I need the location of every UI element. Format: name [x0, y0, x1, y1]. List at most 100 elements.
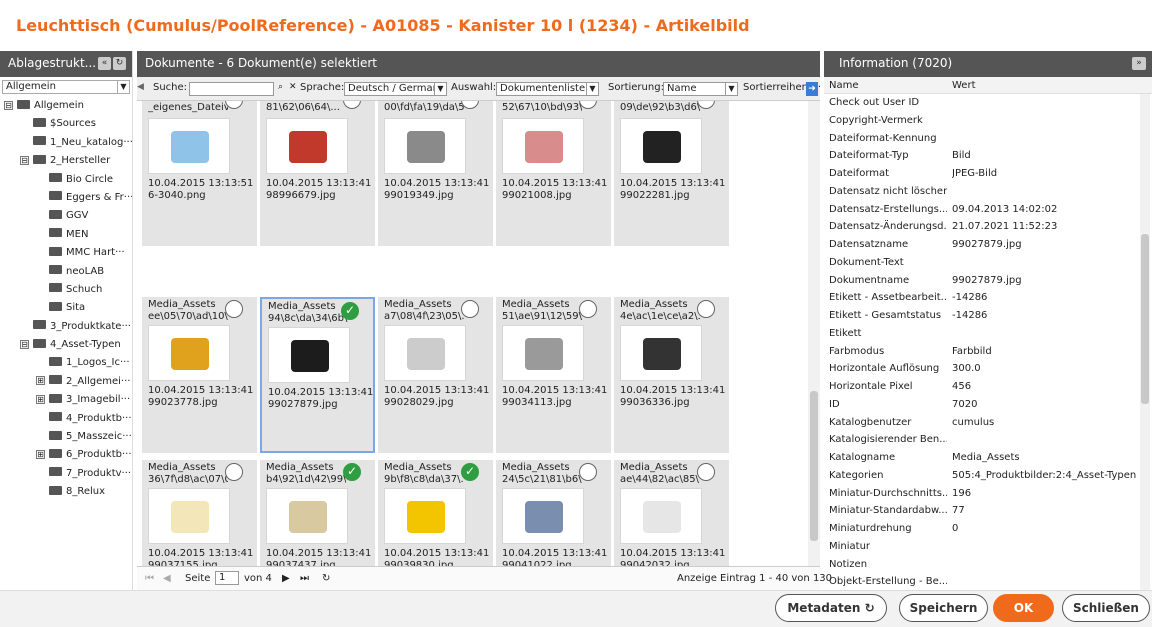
info-row[interactable]: Etikett - Gesamtstatus -14286 [824, 307, 1152, 325]
document-card[interactable]: Media_Assets94\8c\da\34\6b\...✓ 10.04.201… [260, 297, 375, 453]
checked-icon[interactable]: ✓ [461, 463, 479, 481]
tree-item[interactable]: GGV [0, 207, 132, 225]
info-row[interactable]: Dateiformat-Typ Bild [824, 147, 1152, 165]
document-card[interactable]: Media_Assetsee\05\70\ad\10\... 10.04.2015… [142, 297, 257, 453]
arrow-left-icon[interactable]: ◀ [137, 82, 144, 92]
tree-item[interactable]: ⊞ 3_Imagebil··· [0, 391, 132, 409]
tree-item[interactable]: ⊟ 4_Asset-Typen [0, 336, 132, 354]
tree-item[interactable]: 3_Produktkate··· [0, 318, 132, 336]
info-row[interactable]: Datensatz nicht löschen [824, 183, 1152, 201]
info-row[interactable]: Horizontale Pixel 456 [824, 378, 1152, 396]
document-card[interactable]: Media_Assets36\7f\d8\ac\07\0... 10.04.201… [142, 460, 257, 566]
select-circle[interactable] [225, 300, 243, 318]
clear-search-icon[interactable]: ✕ [289, 82, 297, 92]
refresh-icon[interactable]: ↻ [113, 57, 126, 70]
info-row[interactable]: Dokumentname 99027879.jpg [824, 272, 1152, 290]
info-row[interactable]: Notizen [824, 556, 1152, 574]
select-circle[interactable] [461, 300, 479, 318]
tree-item[interactable]: 4_Produktb··· [0, 410, 132, 428]
info-row[interactable]: Datensatz-Erstellungs... 09.04.2013 14:02… [824, 201, 1152, 219]
tree-item[interactable]: Sita [0, 299, 132, 317]
grid-scrollbar[interactable] [808, 101, 820, 566]
select-circle[interactable] [697, 300, 715, 318]
checked-icon[interactable]: ✓ [341, 302, 359, 320]
collapse-icon[interactable]: ⊟ [20, 339, 29, 349]
info-row[interactable]: Datensatz-Änderungsd... 21.07.2021 11:52:… [824, 218, 1152, 236]
tree-item[interactable]: 1_Neu_katalog··· [0, 134, 132, 152]
save-button[interactable]: Speichern [899, 594, 988, 622]
document-card[interactable]: Media_Assets4e\ac\1e\ce\a2\3... 10.04.201… [614, 297, 729, 453]
info-row[interactable]: Miniatur-Standardabw... 77 [824, 502, 1152, 520]
sort-select[interactable]: Name ▼ [663, 82, 738, 96]
collapse-icon[interactable]: ⊟ [4, 100, 13, 110]
info-row[interactable]: Etikett - Assetbearbeit... -14286 [824, 289, 1152, 307]
reload-icon[interactable]: ↻ [322, 573, 330, 584]
document-card[interactable]: Media_Assets 9b\f8\c8\da\37\... ✓ 10.04.201… [378, 460, 493, 566]
document-card[interactable]: 81\62\06\64\... 10.04.2015 13:13:41 989966… [260, 101, 375, 246]
info-row[interactable]: Katalogname Media_Assets [824, 449, 1152, 467]
info-row[interactable]: Miniatur-Durchschnitts... 196 [824, 485, 1152, 503]
info-row[interactable]: Horizontale Auflösung 300.0 [824, 360, 1152, 378]
select-circle[interactable] [697, 463, 715, 481]
info-row[interactable]: ID 7020 [824, 396, 1152, 414]
category-select[interactable]: Allgemein ▼ [2, 80, 130, 94]
tree-item[interactable]: Schuch [0, 281, 132, 299]
info-row[interactable]: Objekt-Erstellung - Be... [824, 573, 1152, 590]
expand-icon[interactable]: ⊞ [36, 449, 45, 459]
information-scrollbar-thumb[interactable] [1141, 234, 1149, 404]
last-page-icon[interactable]: ⏭ [300, 573, 309, 584]
info-row[interactable]: Dateiformat JPEG-Bild [824, 165, 1152, 183]
info-row[interactable]: Check out User ID [824, 94, 1152, 112]
expand-icon[interactable]: ⊞ [36, 394, 45, 404]
info-row[interactable]: Kategorien 505:4_Produktbilder:2:4_Asset-… [824, 467, 1152, 485]
info-row[interactable]: Dateiformat-Kennung [824, 130, 1152, 148]
search-icon[interactable]: ⌕ [278, 82, 283, 92]
document-card[interactable]: Media_Assets ae\44\82\ac\85\... 10.04.2015… [614, 460, 729, 566]
arrow-right-icon[interactable]: ➜ [806, 82, 818, 96]
tree-item[interactable]: MEN [0, 226, 132, 244]
info-row[interactable]: Katalogbenutzer cumulus [824, 414, 1152, 432]
information-scrollbar[interactable] [1140, 94, 1150, 590]
page-input[interactable]: 1 [215, 571, 239, 585]
document-card[interactable]: 52\67\10\bd\93\... 10.04.2015 13:13:41990… [496, 101, 611, 246]
tree-item[interactable]: neoLAB [0, 263, 132, 281]
tree-item[interactable]: ⊟ 2_Hersteller [0, 152, 132, 170]
collapse-right-icon[interactable]: » [1132, 57, 1146, 70]
search-input[interactable] [189, 82, 274, 96]
tree-item[interactable]: ⊞ 2_Allgemei··· [0, 373, 132, 391]
tree-item[interactable]: ⊟ Allgemein [0, 97, 132, 115]
document-card[interactable]: Media_Assets51\ae\91\12\59\... 10.04.2015… [496, 297, 611, 453]
tree-item[interactable]: MMC Hart··· [0, 244, 132, 262]
ok-button[interactable]: OK [993, 594, 1054, 622]
document-card[interactable]: _eigenes_Dateiv... 10.04.2015 13:13:516-3… [142, 101, 257, 246]
info-row[interactable]: Dokument-Text [824, 254, 1152, 272]
language-select[interactable]: Deutsch / German ▼ [344, 82, 447, 96]
select-circle[interactable] [225, 463, 243, 481]
grid-scrollbar-thumb[interactable] [810, 391, 818, 541]
tree-item[interactable]: ⊞ 6_Produktb··· [0, 446, 132, 464]
select-circle[interactable] [579, 300, 597, 318]
document-card[interactable]: 00\fd\fa\19\da\5... 10.04.2015 13:13:4199… [378, 101, 493, 246]
document-card[interactable]: Media_Assetsb4\92\1d\42\99\...✓ 10.04.201… [260, 460, 375, 566]
prev-page-icon[interactable]: ◀ [163, 573, 171, 584]
tree-item[interactable]: 7_Produktv··· [0, 465, 132, 483]
tree-item[interactable]: 8_Relux [0, 483, 132, 501]
document-card[interactable]: Media_Assets24\5c\21\81\b6\... 10.04.2015… [496, 460, 611, 566]
checked-icon[interactable]: ✓ [343, 463, 361, 481]
document-card[interactable]: 09\de\92\b3\d6\... 10.04.2015 13:13:41990… [614, 101, 729, 246]
select-circle[interactable] [579, 463, 597, 481]
tree-item[interactable]: Bio Circle [0, 171, 132, 189]
info-row[interactable]: Miniaturdrehung 0 [824, 520, 1152, 538]
tree-item[interactable]: $Sources [0, 115, 132, 133]
tree-item[interactable]: 1_Logos_Ic··· [0, 354, 132, 372]
expand-icon[interactable]: ⊞ [36, 376, 45, 386]
first-page-icon[interactable]: ⏮ [145, 573, 154, 584]
tree-item[interactable]: 5_Masszeic··· [0, 428, 132, 446]
selection-select[interactable]: Dokumentenliste ▼ [496, 82, 599, 96]
next-page-icon[interactable]: ▶ [282, 573, 290, 584]
metadata-button[interactable]: Metadaten ↻ [775, 594, 887, 622]
info-row[interactable]: Miniatur [824, 538, 1152, 556]
info-row[interactable]: Katalogisierender Ben... [824, 431, 1152, 449]
info-row[interactable]: Farbmodus Farbbild [824, 343, 1152, 361]
document-card[interactable]: Media_Assets a7\08\4f\23\05\... 10.04.2015… [378, 297, 493, 453]
